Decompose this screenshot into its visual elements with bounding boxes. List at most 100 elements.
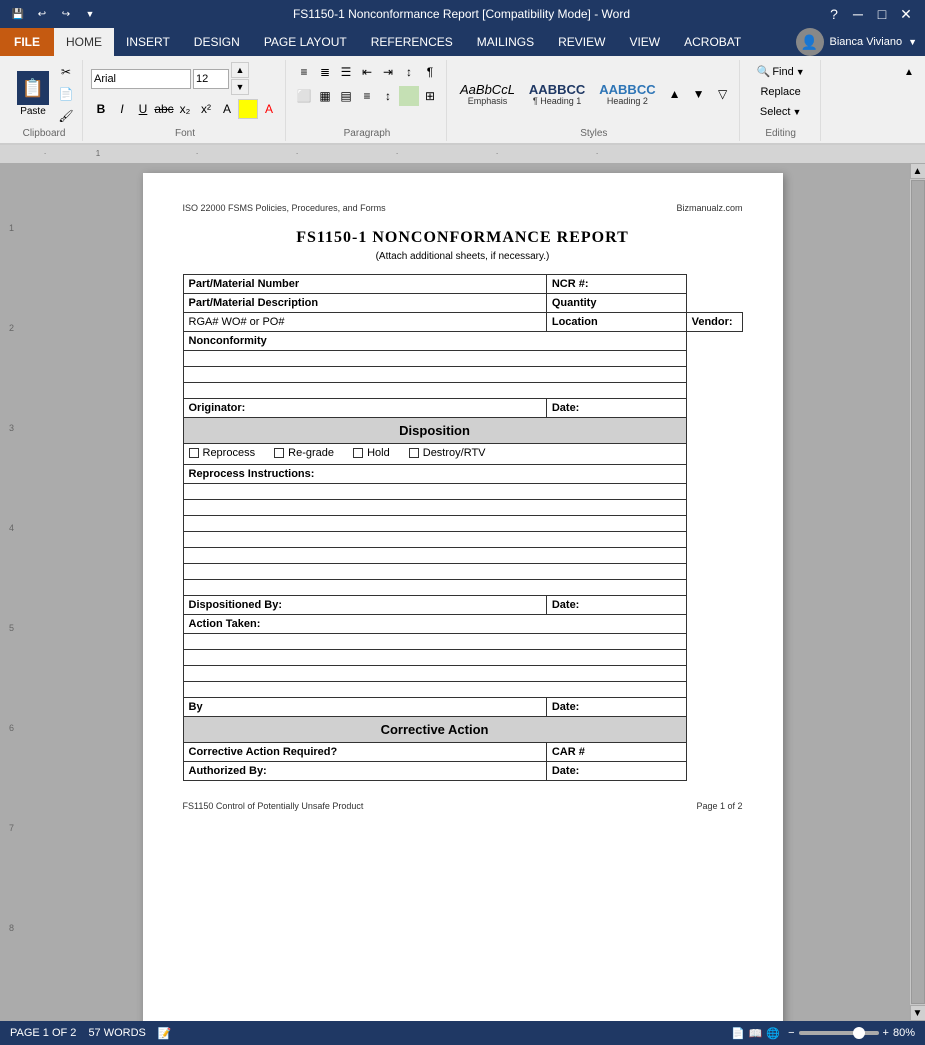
font-color-button[interactable]: A	[259, 99, 279, 119]
copy-button[interactable]: 📄	[56, 84, 76, 104]
show-formatting-button[interactable]: ¶	[420, 62, 440, 82]
styles-scroll-down[interactable]: ▼	[689, 84, 709, 104]
zoom-minus-button[interactable]: −	[788, 1027, 794, 1039]
shading-button[interactable]	[399, 86, 419, 106]
help-icon[interactable]: ?	[823, 4, 845, 24]
multilevel-list-button[interactable]: ☰	[336, 62, 356, 82]
tab-home[interactable]: HOME	[54, 28, 114, 56]
zoom-plus-button[interactable]: +	[883, 1027, 889, 1039]
ncr-label: NCR #:	[546, 275, 686, 294]
maximize-icon[interactable]: □	[871, 4, 893, 24]
tab-insert[interactable]: INSERT	[114, 28, 182, 56]
margin-3: 3	[9, 423, 14, 433]
decrease-indent-button[interactable]: ⇤	[357, 62, 377, 82]
nonconformity-row-1	[183, 351, 742, 367]
font-size-input[interactable]	[193, 69, 229, 89]
tab-design[interactable]: DESIGN	[182, 28, 252, 56]
user-name[interactable]: Bianca Viviano	[830, 36, 903, 48]
close-icon[interactable]: ✕	[895, 4, 917, 24]
tab-view[interactable]: VIEW	[617, 28, 672, 56]
date-label-3: Date:	[546, 698, 686, 717]
hold-checkbox[interactable]	[353, 448, 363, 458]
font-name-input[interactable]	[91, 69, 191, 89]
scroll-thumb[interactable]	[911, 180, 925, 1004]
font-size-increase[interactable]: ▲	[231, 62, 249, 78]
doc-footer: FS1150 Control of Potentially Unsafe Pro…	[183, 801, 743, 811]
numbering-button[interactable]: ≣	[315, 62, 335, 82]
reprocess-checkbox[interactable]	[189, 448, 199, 458]
justify-button[interactable]: ≡	[357, 86, 377, 106]
bold-button[interactable]: B	[91, 99, 111, 119]
main-area: 1 2 3 4 5 6 7 8 ISO 22000 FSMS Policies,…	[0, 163, 925, 1021]
borders-button[interactable]: ⊞	[420, 86, 440, 106]
print-layout-icon[interactable]: 📄	[731, 1027, 745, 1040]
strikethrough-button[interactable]: abc	[154, 99, 174, 119]
word-count: 57 WORDS	[88, 1027, 145, 1039]
tab-acrobat[interactable]: ACROBAT	[672, 28, 753, 56]
zoom-slider[interactable]	[799, 1031, 879, 1035]
read-mode-icon[interactable]: 📖	[749, 1027, 763, 1040]
margin-8: 8	[9, 923, 14, 933]
style-emphasis[interactable]: AaBbCcL Emphasis	[455, 80, 520, 109]
underline-button[interactable]: U	[133, 99, 153, 119]
destroy-checkbox[interactable]	[409, 448, 419, 458]
subscript-button[interactable]: x₂	[175, 99, 195, 119]
reprocess-label: Reprocess	[203, 447, 256, 459]
text-effects-button[interactable]: A	[217, 99, 237, 119]
superscript-button[interactable]: x²	[196, 99, 216, 119]
cut-button[interactable]: ✂	[56, 62, 76, 82]
tab-mailings[interactable]: MAILINGS	[465, 28, 546, 56]
save-icon[interactable]: 💾	[8, 4, 28, 24]
bullets-button[interactable]: ≡	[294, 62, 314, 82]
highlight-button[interactable]: a	[238, 99, 258, 119]
regrade-checkbox[interactable]	[274, 448, 284, 458]
action-row-1	[183, 634, 742, 650]
font-size-decrease[interactable]: ▼	[231, 79, 249, 95]
tab-review[interactable]: REVIEW	[546, 28, 617, 56]
select-label: Select	[760, 106, 791, 118]
tab-page-layout[interactable]: PAGE LAYOUT	[252, 28, 359, 56]
scrollbar-right[interactable]: ▲ ▼	[909, 163, 925, 1021]
minimize-icon[interactable]: ─	[847, 4, 869, 24]
scroll-down-arrow[interactable]: ▼	[910, 1005, 925, 1021]
styles-more[interactable]: ▽	[713, 84, 733, 104]
align-left-button[interactable]: ⬜	[294, 86, 314, 106]
proofing-icon[interactable]: 📝	[158, 1027, 172, 1040]
web-layout-icon[interactable]: 🌐	[766, 1027, 780, 1040]
tab-references[interactable]: REFERENCES	[359, 28, 465, 56]
style-heading1[interactable]: AABBCC ¶ Heading 1	[524, 80, 590, 109]
align-right-button[interactable]: ▤	[336, 86, 356, 106]
by-label: By	[183, 698, 546, 717]
paste-label: Paste	[20, 106, 46, 117]
select-dropdown[interactable]: ▼	[792, 107, 801, 117]
reprocess-row-7	[183, 580, 742, 596]
sort-button[interactable]: ↕	[399, 62, 419, 82]
format-painter-button[interactable]: 🖌	[56, 106, 76, 126]
italic-button[interactable]: I	[112, 99, 132, 119]
ribbon-collapse-button[interactable]: ▲	[899, 62, 919, 82]
scroll-area[interactable]: ISO 22000 FSMS Policies, Procedures, and…	[16, 163, 909, 1021]
line-spacing-button[interactable]: ↕	[378, 86, 398, 106]
redo-icon[interactable]: ↪	[56, 4, 76, 24]
find-button[interactable]: 🔍 Find ▼	[748, 62, 814, 81]
style-heading2[interactable]: AABBCC Heading 2	[594, 80, 660, 109]
ribbon-content: 📋 Paste ✂ 📄 🖌 Clipboard	[0, 56, 925, 144]
undo-icon[interactable]: ↩	[32, 4, 52, 24]
part-material-number-label: Part/Material Number	[183, 275, 546, 294]
styles-scroll-up[interactable]: ▲	[665, 84, 685, 104]
customize-icon[interactable]: ▼	[80, 4, 100, 24]
find-dropdown[interactable]: ▼	[796, 67, 805, 77]
scroll-up-arrow[interactable]: ▲	[910, 163, 925, 179]
font-select-row: ▲ ▼	[91, 62, 249, 95]
select-button[interactable]: Select ▼	[751, 103, 811, 121]
increase-indent-button[interactable]: ⇥	[378, 62, 398, 82]
margin-4: 4	[9, 523, 14, 533]
align-center-button[interactable]: ▦	[315, 86, 335, 106]
paste-button[interactable]: 📋 Paste	[12, 68, 54, 120]
replace-button[interactable]: Replace	[751, 83, 809, 101]
ruler: · 1 · · · · ·	[16, 145, 925, 163]
styles-label: Styles	[580, 126, 607, 139]
user-dropdown-icon[interactable]: ▼	[908, 37, 917, 47]
style-heading1-preview: AABBCC	[529, 83, 585, 96]
tab-file[interactable]: FILE	[0, 28, 54, 56]
